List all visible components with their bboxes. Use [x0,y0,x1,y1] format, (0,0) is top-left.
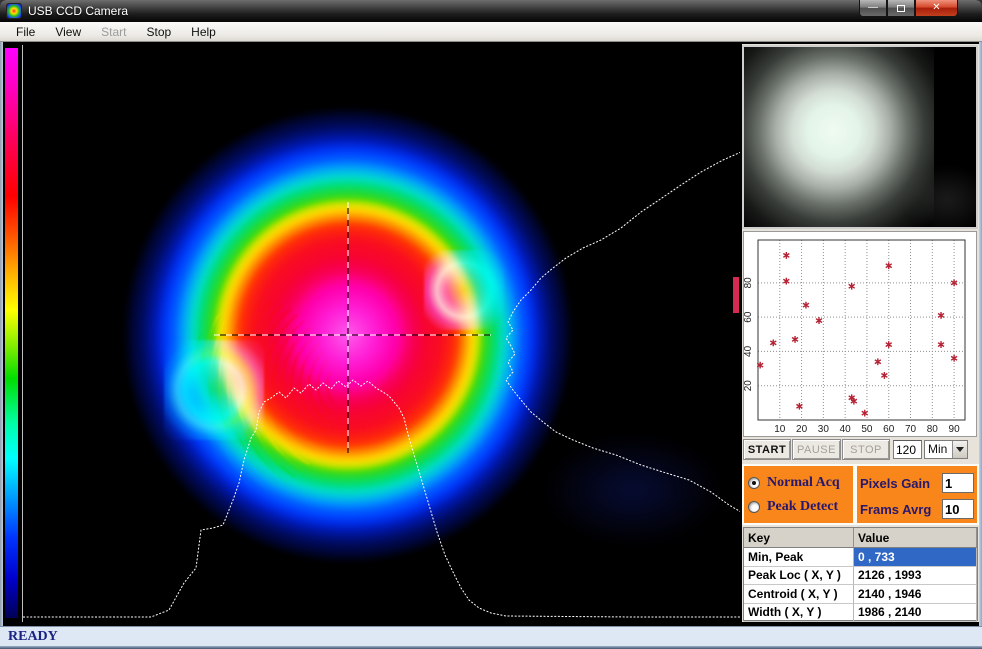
stats-key-centroid: Centroid ( X, Y ) [744,585,854,604]
pixels-gain-label: Pixels Gain [860,476,942,491]
panel-splitter-thumb[interactable] [733,277,739,313]
title-bar: USB CCD Camera — ✕ [0,0,982,22]
beam-overlay-profiles [23,45,740,622]
menu-stop[interactable]: Stop [136,23,181,41]
window-title: USB CCD Camera [28,4,128,18]
trend-scatter-chart: 10 20 30 40 50 60 70 80 90 20 40 60 80 [744,232,976,436]
interval-input[interactable] [893,440,922,459]
stats-value-min-peak: 0 , 733 [854,548,977,567]
frams-avrg-input[interactable] [942,499,974,519]
stats-header-value: Value [854,528,977,548]
intensity-colorbar [5,48,18,618]
stop-button[interactable]: STOP [842,439,890,460]
stats-header-key: Key [744,528,854,548]
client-area: 10 20 30 40 50 60 70 80 90 20 40 60 80 START PAUSE S… [0,43,982,626]
stats-value-width: 1986 , 2140 [854,604,977,623]
menu-file[interactable]: File [6,23,45,41]
status-bar: READY [0,626,982,646]
stats-value-peak-loc: 2126 , 1993 [854,567,977,586]
menu-help[interactable]: Help [181,23,226,41]
svg-text:80: 80 [927,424,939,435]
menu-view[interactable]: View [45,23,91,41]
pixels-gain-input[interactable] [942,473,974,493]
svg-text:60: 60 [883,424,895,435]
acquisition-settings-panel: Pixels Gain Frams Avrg [855,464,979,525]
peak-detect-option[interactable]: Peak Detect [748,495,849,519]
peak-detect-radio[interactable] [748,501,760,513]
camera-thumbnail [742,45,978,229]
close-button[interactable]: ✕ [915,0,958,17]
stats-key-width: Width ( X, Y ) [744,604,854,623]
acquisition-mode-panel: Normal Acq Peak Detect [742,464,855,525]
svg-text:80: 80 [744,277,754,289]
normal-acq-label: Normal Acq [767,475,840,491]
normal-acq-radio[interactable] [748,477,760,489]
svg-text:30: 30 [818,424,830,435]
interval-unit-dropdown[interactable]: Min [924,440,968,459]
window-frame-left [0,42,3,626]
stats-table: Key Value Min, Peak 0 , 733 Peak Loc ( X… [743,527,978,621]
status-text: READY [8,629,58,645]
svg-text:50: 50 [861,424,873,435]
minimize-icon: — [868,3,878,13]
svg-text:60: 60 [744,311,754,323]
stats-value-centroid: 2140 , 1946 [854,585,977,604]
beam-image-display[interactable] [22,45,740,622]
app-icon [6,3,22,19]
maximize-icon [897,5,905,12]
stats-key-peak-loc: Peak Loc ( X, Y ) [744,567,854,586]
svg-text:20: 20 [796,424,808,435]
window-controls: — ✕ [859,0,958,18]
thumbnail-secondary-spot [902,165,978,229]
svg-text:20: 20 [744,380,754,392]
frams-avrg-label: Frams Avrg [860,502,942,517]
maximize-button[interactable] [887,0,915,17]
svg-text:90: 90 [949,424,961,435]
menu-bar: File View Start Stop Help [0,22,982,42]
stats-key-min-peak: Min, Peak [744,548,854,567]
svg-text:40: 40 [840,424,852,435]
svg-text:10: 10 [774,424,786,435]
svg-text:40: 40 [744,345,754,357]
svg-text:70: 70 [905,424,917,435]
pause-button[interactable]: PAUSE [792,439,841,460]
close-icon: ✕ [932,3,940,13]
right-panel: 10 20 30 40 50 60 70 80 90 20 40 60 80 START PAUSE S… [742,44,979,622]
interval-unit-value: Min [925,441,952,458]
peak-detect-label: Peak Detect [767,499,838,515]
start-button[interactable]: START [743,439,791,460]
trend-scatter-panel: 10 20 30 40 50 60 70 80 90 20 40 60 80 [743,231,977,437]
normal-acq-option[interactable]: Normal Acq [748,471,849,495]
app-window: USB CCD Camera — ✕ File View Start Stop … [0,0,982,649]
chevron-down-icon[interactable] [952,441,967,458]
minimize-button[interactable]: — [859,0,887,17]
menu-start[interactable]: Start [91,23,136,41]
